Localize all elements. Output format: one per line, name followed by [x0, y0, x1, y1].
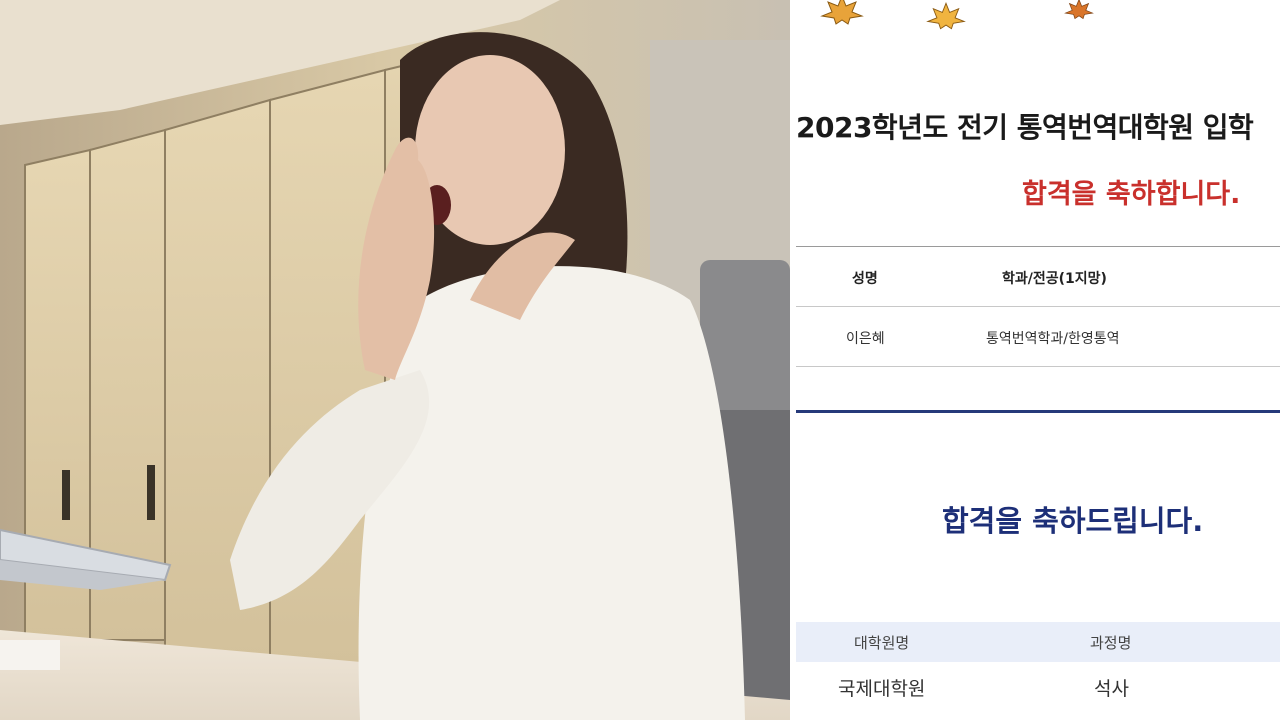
table-row-divider [796, 306, 1280, 307]
admission-notice: 2023학년도 전기 통역번역대학원 입학 합격을 축하합니다. 성명 학과/전… [796, 0, 1280, 720]
cell-department: 통역번역학과/한영통역 [986, 331, 1120, 347]
cell-program: 석사 [1094, 678, 1129, 700]
maple-leaf-icon [820, 0, 864, 25]
column-header-department: 학과/전공(1지망) [1002, 271, 1107, 287]
congratulations-heading: 합격을 축하합니다. [1022, 179, 1241, 210]
column-header-program: 과정명 [1090, 634, 1132, 652]
photo-panel [0, 0, 790, 720]
column-header-name: 성명 [852, 271, 878, 287]
photo-illustration [0, 0, 790, 720]
column-header-school: 대학원명 [854, 634, 910, 652]
congratulations-message: 합격을 축하드립니다. [942, 504, 1204, 538]
section-separator [796, 410, 1280, 413]
maple-leaf-icon [926, 2, 966, 30]
table-top-border [796, 246, 1280, 247]
maple-leaf-icon [1064, 0, 1094, 20]
cell-name: 이은혜 [846, 331, 885, 347]
cell-school: 국제대학원 [838, 678, 926, 700]
notice-title: 2023학년도 전기 통역번역대학원 입학 [796, 111, 1254, 144]
result-table: 성명 학과/전공(1지망) 이은혜 통역번역학과/한영통역 [796, 246, 1280, 367]
table-bottom-border [796, 366, 1280, 367]
